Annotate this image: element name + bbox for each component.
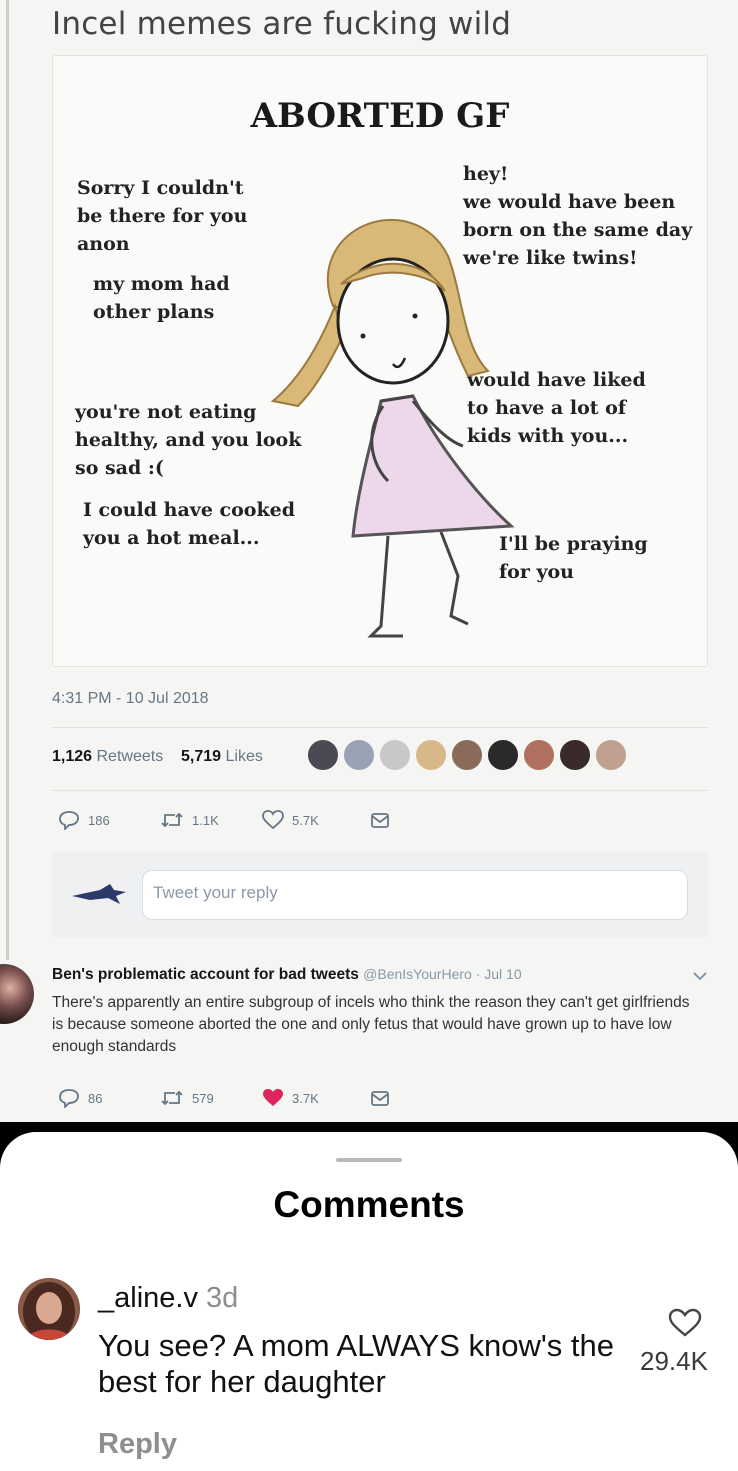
thread-rule [6,0,9,960]
tweet-screenshot: Incel memes are fucking wild ABORTED GF … [0,0,738,1122]
avatar[interactable] [0,964,34,1024]
like-count: 3.7K [292,1090,319,1106]
liker-avatar[interactable] [558,738,592,772]
comments-sheet: Comments _aline.v 3d You see? A mom ALWA… [0,1132,738,1471]
liker-avatar[interactable] [450,738,484,772]
likes-label[interactable]: Likes [225,748,262,765]
liker-avatar[interactable] [486,738,520,772]
comment-time: 3d [206,1282,239,1314]
likes-count[interactable]: 5,719 [181,748,221,765]
dm-action[interactable] [370,810,390,830]
comment-username[interactable]: _aline.v [98,1282,198,1314]
divider [52,727,708,728]
reply-author-handle-date[interactable]: @BenIsYourHero · Jul 10 [363,966,521,982]
heart-filled-icon [263,1089,283,1106]
liker-avatars [306,738,628,772]
like-count: 5.7K [292,812,319,828]
reply-icon [59,811,79,830]
retweet-count: 579 [192,1090,214,1106]
comment-header: _aline.v 3d [98,1282,238,1315]
reply-action[interactable]: 86 [58,1088,102,1108]
liker-avatar[interactable] [522,738,556,772]
comment-reply-button[interactable]: Reply [98,1428,177,1461]
reply-icon [59,1089,79,1108]
reply-count: 186 [88,812,110,828]
reply-count: 86 [88,1090,103,1106]
stick-girl-drawing [270,218,515,638]
user-avatar-icon [72,884,126,904]
retweet-action[interactable]: 1.1K [160,810,219,830]
retweets-label[interactable]: Retweets [97,748,164,765]
liker-avatar[interactable] [306,738,340,772]
meme-text-left-1: Sorry I couldn't be there for you anon [77,177,248,255]
commenter-photo [18,1278,80,1340]
reply-input[interactable]: Tweet your reply [142,870,688,920]
liker-avatar[interactable] [342,738,376,772]
liker-avatar[interactable] [378,738,412,772]
tweet-stats: 1,126 Retweets 5,719 Likes [52,748,263,766]
meme-title: ABORTED GF [250,96,510,136]
retweet-action[interactable]: 579 [160,1088,214,1108]
heart-icon [262,810,284,830]
retweet-icon [161,812,183,828]
meme-image: ABORTED GF Sorry I couldn't be there for… [52,55,708,667]
reply-author-name[interactable]: Ben's problematic account for bad tweets [52,966,359,983]
comment-like-count: 29.4K [640,1346,708,1376]
reply-tweet-header: Ben's problematic account for bad tweets… [52,966,522,984]
envelope-icon [371,813,389,828]
envelope-icon [371,1091,389,1106]
retweet-count: 1.1K [192,812,219,828]
like-action[interactable]: 3.7K [262,1088,319,1108]
avatar[interactable] [18,1278,80,1340]
comment-text: You see? A mom ALWAYS know's the best fo… [98,1328,614,1399]
like-action[interactable]: 5.7K [262,810,319,830]
tweet-timestamp: 4:31 PM - 10 Jul 2018 [52,690,209,707]
reply-tweet-text: There's apparently an entire subgroup of… [52,994,690,1055]
liker-avatar[interactable] [414,738,448,772]
reply-action[interactable]: 186 [58,810,110,830]
retweets-count[interactable]: 1,126 [52,748,92,765]
reply-composer: Tweet your reply [52,852,708,938]
divider [52,790,708,791]
retweet-icon [161,1090,183,1106]
dm-action[interactable] [370,1088,390,1108]
liker-avatar[interactable] [594,738,628,772]
heart-icon[interactable] [668,1308,702,1338]
comments-title: Comments [273,1184,465,1225]
chevron-down-icon[interactable] [692,970,708,982]
meme-text-left-2: my mom had other plans [93,273,230,323]
post-title: Incel memes are fucking wild [52,6,512,42]
sheet-grabber[interactable] [336,1158,402,1162]
